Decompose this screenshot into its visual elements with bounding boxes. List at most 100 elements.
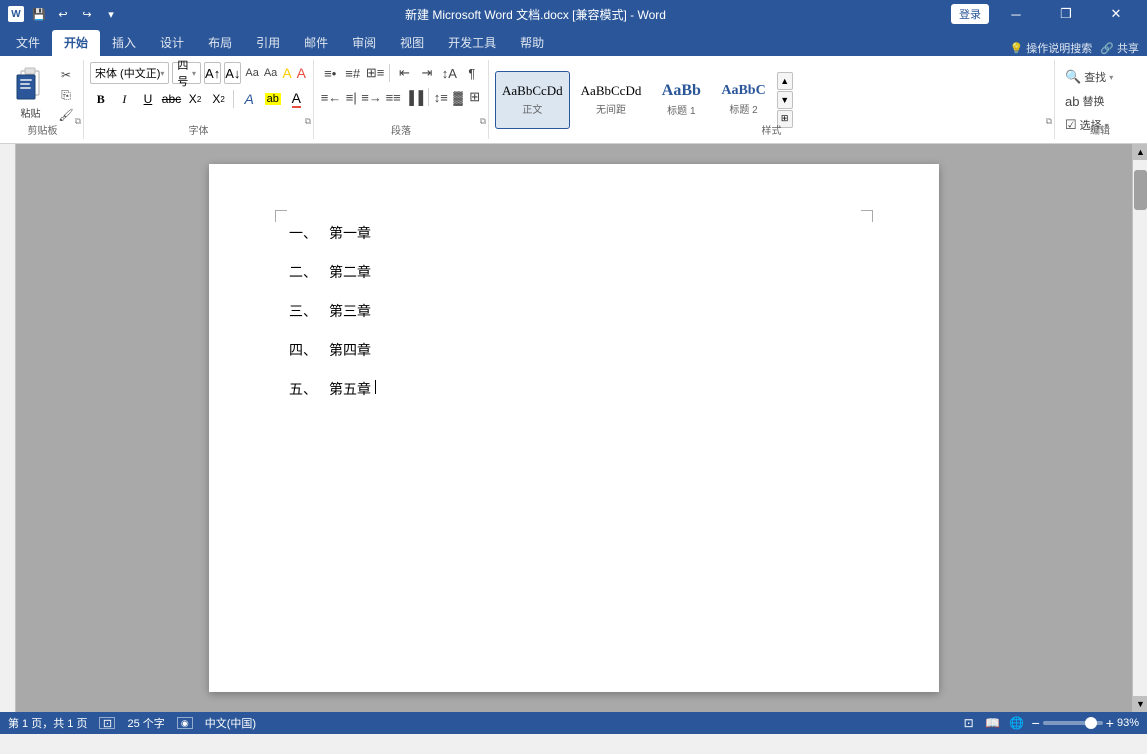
justify-button[interactable]: ≡≡ [385, 86, 402, 108]
find-label: 查找 [1084, 69, 1106, 85]
redo-quick-btn[interactable]: ↪ [78, 5, 96, 23]
font-color-btn2[interactable]: A [285, 88, 307, 110]
zoom-thumb[interactable] [1085, 717, 1097, 729]
tab-mailings[interactable]: 邮件 [292, 30, 340, 56]
editing-group: 🔍 查找 ▾ ab 替换 ☑ 选择 ▾ 编辑 [1055, 60, 1145, 139]
page-info[interactable]: 第 1 页，共 1 页 [8, 715, 87, 731]
list-item-num: 二、 [289, 263, 329, 284]
tab-review[interactable]: 审阅 [340, 30, 388, 56]
list-item[interactable]: 三、 第三章 [289, 302, 859, 323]
font-name-row: 宋体 (中文正) ▾ 四号 ▾ A↑ A↓ Aa Aa A A [90, 62, 307, 84]
find-icon: 🔍 [1065, 69, 1081, 85]
text-highlight-btn2[interactable]: ab [262, 88, 284, 110]
scroll-down-btn[interactable]: ▼ [1133, 696, 1147, 712]
tab-view[interactable]: 视图 [388, 30, 436, 56]
tab-home[interactable]: 开始 [52, 30, 100, 56]
style-no-spacing[interactable]: AaBbCcDd 无间距 [574, 71, 649, 129]
column-button[interactable]: ▐▐ [404, 86, 424, 108]
styles-launcher[interactable]: ⧉ [1046, 116, 1052, 127]
line-spacing-button[interactable]: ↕≡ [433, 86, 449, 108]
align-right-button[interactable]: ≡→ [361, 86, 383, 108]
list-item[interactable]: 五、 第五章 [289, 380, 859, 401]
bullets-button[interactable]: ≡• [320, 62, 340, 84]
vertical-scrollbar[interactable]: ▲ ▼ [1132, 144, 1147, 712]
numbering-button[interactable]: ≡# [342, 62, 362, 84]
maximize-button[interactable]: ❐ [1043, 0, 1089, 28]
increase-indent-button[interactable]: ⇥ [417, 62, 437, 84]
zoom-track[interactable] [1043, 721, 1103, 725]
strikethrough-button[interactable]: abc [161, 88, 183, 110]
titlebar-title: 新建 Microsoft Word 文档.docx [兼容模式] - Word [120, 6, 951, 23]
show-formatting-button[interactable]: ¶ [462, 62, 482, 84]
zoom-minus-btn[interactable]: − [1032, 715, 1040, 731]
align-left-button[interactable]: ≡← [320, 86, 342, 108]
font-size-decrease-btn[interactable]: A↓ [224, 62, 241, 84]
font-size-increase-btn[interactable]: A↑ [204, 62, 221, 84]
style-normal[interactable]: AaBbCcDd 正文 [495, 71, 570, 129]
tab-help[interactable]: 帮助 [508, 30, 556, 56]
list-item[interactable]: 一、 第一章 [289, 224, 859, 245]
decrease-indent-button[interactable]: ⇤ [394, 62, 414, 84]
clear-format-btn[interactable]: Aa [244, 62, 259, 84]
zoom-control: − + 93% [1032, 715, 1139, 731]
text-highlight-btn[interactable]: A [281, 62, 292, 84]
main-area: 一、 第一章 二、 第二章 三、 第三章 四、 第四章 五、 第五章 [0, 144, 1147, 712]
list-item[interactable]: 四、 第四章 [289, 341, 859, 362]
login-button[interactable]: 登录 [951, 4, 989, 24]
paste-button[interactable]: 粘贴 [8, 62, 53, 124]
save-quick-btn[interactable]: 💾 [30, 5, 48, 23]
font-name-value: 宋体 (中文正) [95, 65, 160, 81]
web-layout-btn[interactable]: 🌐 [1008, 715, 1026, 731]
tab-layout[interactable]: 布局 [196, 30, 244, 56]
tab-developer[interactable]: 开发工具 [436, 30, 508, 56]
font-launcher[interactable]: ⧉ [305, 116, 311, 127]
document-page[interactable]: 一、 第一章 二、 第二章 三、 第三章 四、 第四章 五、 第五章 [209, 164, 939, 692]
styles-scroll-down[interactable]: ▼ [777, 91, 793, 109]
style-heading2[interactable]: AaBbC 标题 2 [714, 71, 772, 129]
zoom-plus-btn[interactable]: + [1106, 715, 1114, 731]
replace-button[interactable]: ab 替换 [1061, 90, 1139, 112]
document-area[interactable]: 一、 第一章 二、 第二章 三、 第三章 四、 第四章 五、 第五章 [16, 144, 1132, 712]
print-layout-view-btn[interactable]: ⊡ [960, 715, 978, 731]
minimize-button[interactable]: ─ [993, 0, 1039, 28]
find-button[interactable]: 🔍 查找 ▾ [1061, 66, 1139, 88]
underline-button[interactable]: U [137, 88, 159, 110]
font-color-btn[interactable]: A [296, 62, 307, 84]
scroll-thumb[interactable] [1134, 170, 1147, 210]
italic-button[interactable]: I [114, 88, 136, 110]
font-name-select[interactable]: 宋体 (中文正) ▾ [90, 62, 169, 84]
sort-button[interactable]: ↕A [439, 62, 459, 84]
word-count[interactable]: 25 个字 [127, 715, 164, 731]
superscript-button[interactable]: X2 [208, 88, 230, 110]
search-commands-btn[interactable]: 💡 操作说明搜索 [1010, 40, 1093, 56]
customize-quick-btn[interactable]: ▾ [102, 5, 120, 23]
undo-quick-btn[interactable]: ↩ [54, 5, 72, 23]
shading-button[interactable]: ▓ [451, 86, 466, 108]
read-mode-btn[interactable]: 📖 [984, 715, 1002, 731]
font-size-select[interactable]: 四号 ▾ [172, 62, 201, 84]
change-case-btn[interactable]: Aa [263, 62, 278, 84]
style-heading1[interactable]: AaBb 标题 1 [652, 71, 710, 129]
bold-button[interactable]: B [90, 88, 112, 110]
zoom-level[interactable]: 93% [1117, 717, 1139, 729]
tab-insert[interactable]: 插入 [100, 30, 148, 56]
tab-file[interactable]: 文件 [4, 30, 52, 56]
para-launcher[interactable]: ⧉ [480, 116, 486, 127]
tab-design[interactable]: 设计 [148, 30, 196, 56]
subscript-button[interactable]: X2 [184, 88, 206, 110]
tab-references[interactable]: 引用 [244, 30, 292, 56]
close-button[interactable]: ✕ [1093, 0, 1139, 28]
align-center-button[interactable]: ≡| [344, 86, 359, 108]
cut-button[interactable]: ✂ [55, 66, 77, 84]
scroll-track[interactable] [1133, 160, 1147, 696]
borders-button[interactable]: ⊞ [467, 86, 482, 108]
list-item[interactable]: 二、 第二章 [289, 263, 859, 284]
styles-scroll: ▲ ▼ ⊞ [777, 72, 793, 128]
clipboard-launcher[interactable]: ⧉ [75, 116, 81, 127]
styles-scroll-up[interactable]: ▲ [777, 72, 793, 90]
multilevel-list-button[interactable]: ⊞≡ [365, 62, 385, 84]
language[interactable]: 中文(中国) [205, 715, 256, 731]
share-button[interactable]: 🔗 共享 [1100, 40, 1139, 56]
copy-button[interactable]: ⎘ [55, 86, 77, 104]
text-effect-btn[interactable]: A [238, 88, 260, 110]
